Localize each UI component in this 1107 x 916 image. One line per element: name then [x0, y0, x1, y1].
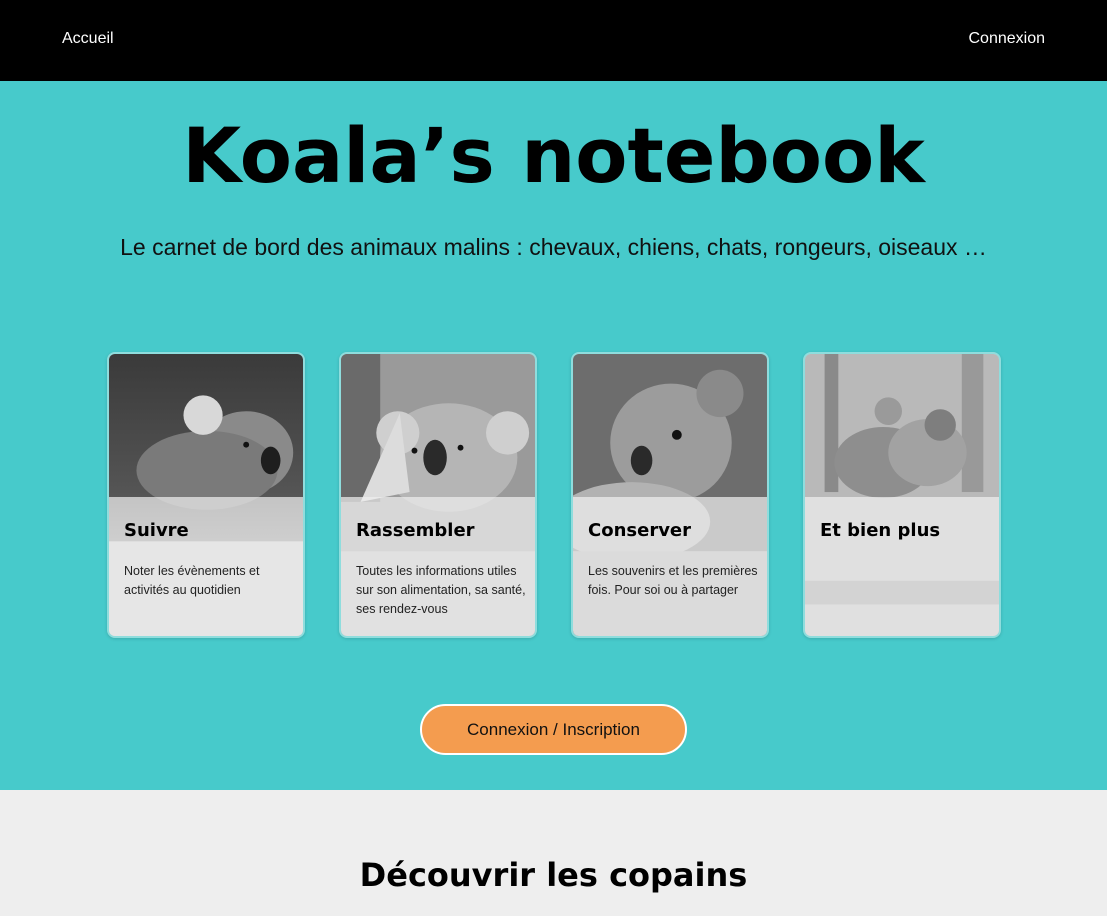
feature-card-suivre: Suivre Noter les évènements et activités…	[107, 352, 305, 638]
card-overlay	[805, 497, 999, 636]
feature-card-rassembler: Rassembler Toutes les informations utile…	[339, 352, 537, 638]
discover-section: Découvrir les copains	[0, 790, 1107, 916]
card-title: Conserver	[588, 520, 692, 541]
card-text: Noter les évènements et activités au quo…	[124, 564, 260, 597]
feature-card-et-bien-plus: Et bien plus	[803, 352, 1001, 638]
feature-card-conserver: Conserver Les souvenirs et les premières…	[571, 352, 769, 638]
top-navigation-bar: Accueil Connexion	[0, 0, 1107, 81]
card-title: Suivre	[124, 520, 189, 541]
page-title: Koala’s notebook	[182, 111, 925, 200]
hero-section: Koala’s notebook Le carnet de bord des a…	[0, 81, 1107, 790]
card-title: Rassembler	[356, 520, 475, 541]
nav-home-link[interactable]: Accueil	[62, 30, 114, 48]
section-title: Découvrir les copains	[359, 856, 748, 894]
card-text: Toutes les informations utiles sur son a…	[356, 564, 526, 616]
login-register-button[interactable]: Connexion / Inscription	[420, 704, 687, 755]
page-subtitle: Le carnet de bord des animaux malins : c…	[120, 234, 987, 260]
nav-login-link[interactable]: Connexion	[969, 30, 1046, 48]
card-title: Et bien plus	[820, 520, 941, 541]
card-text: Les souvenirs et les premières fois. Pou…	[588, 564, 758, 597]
